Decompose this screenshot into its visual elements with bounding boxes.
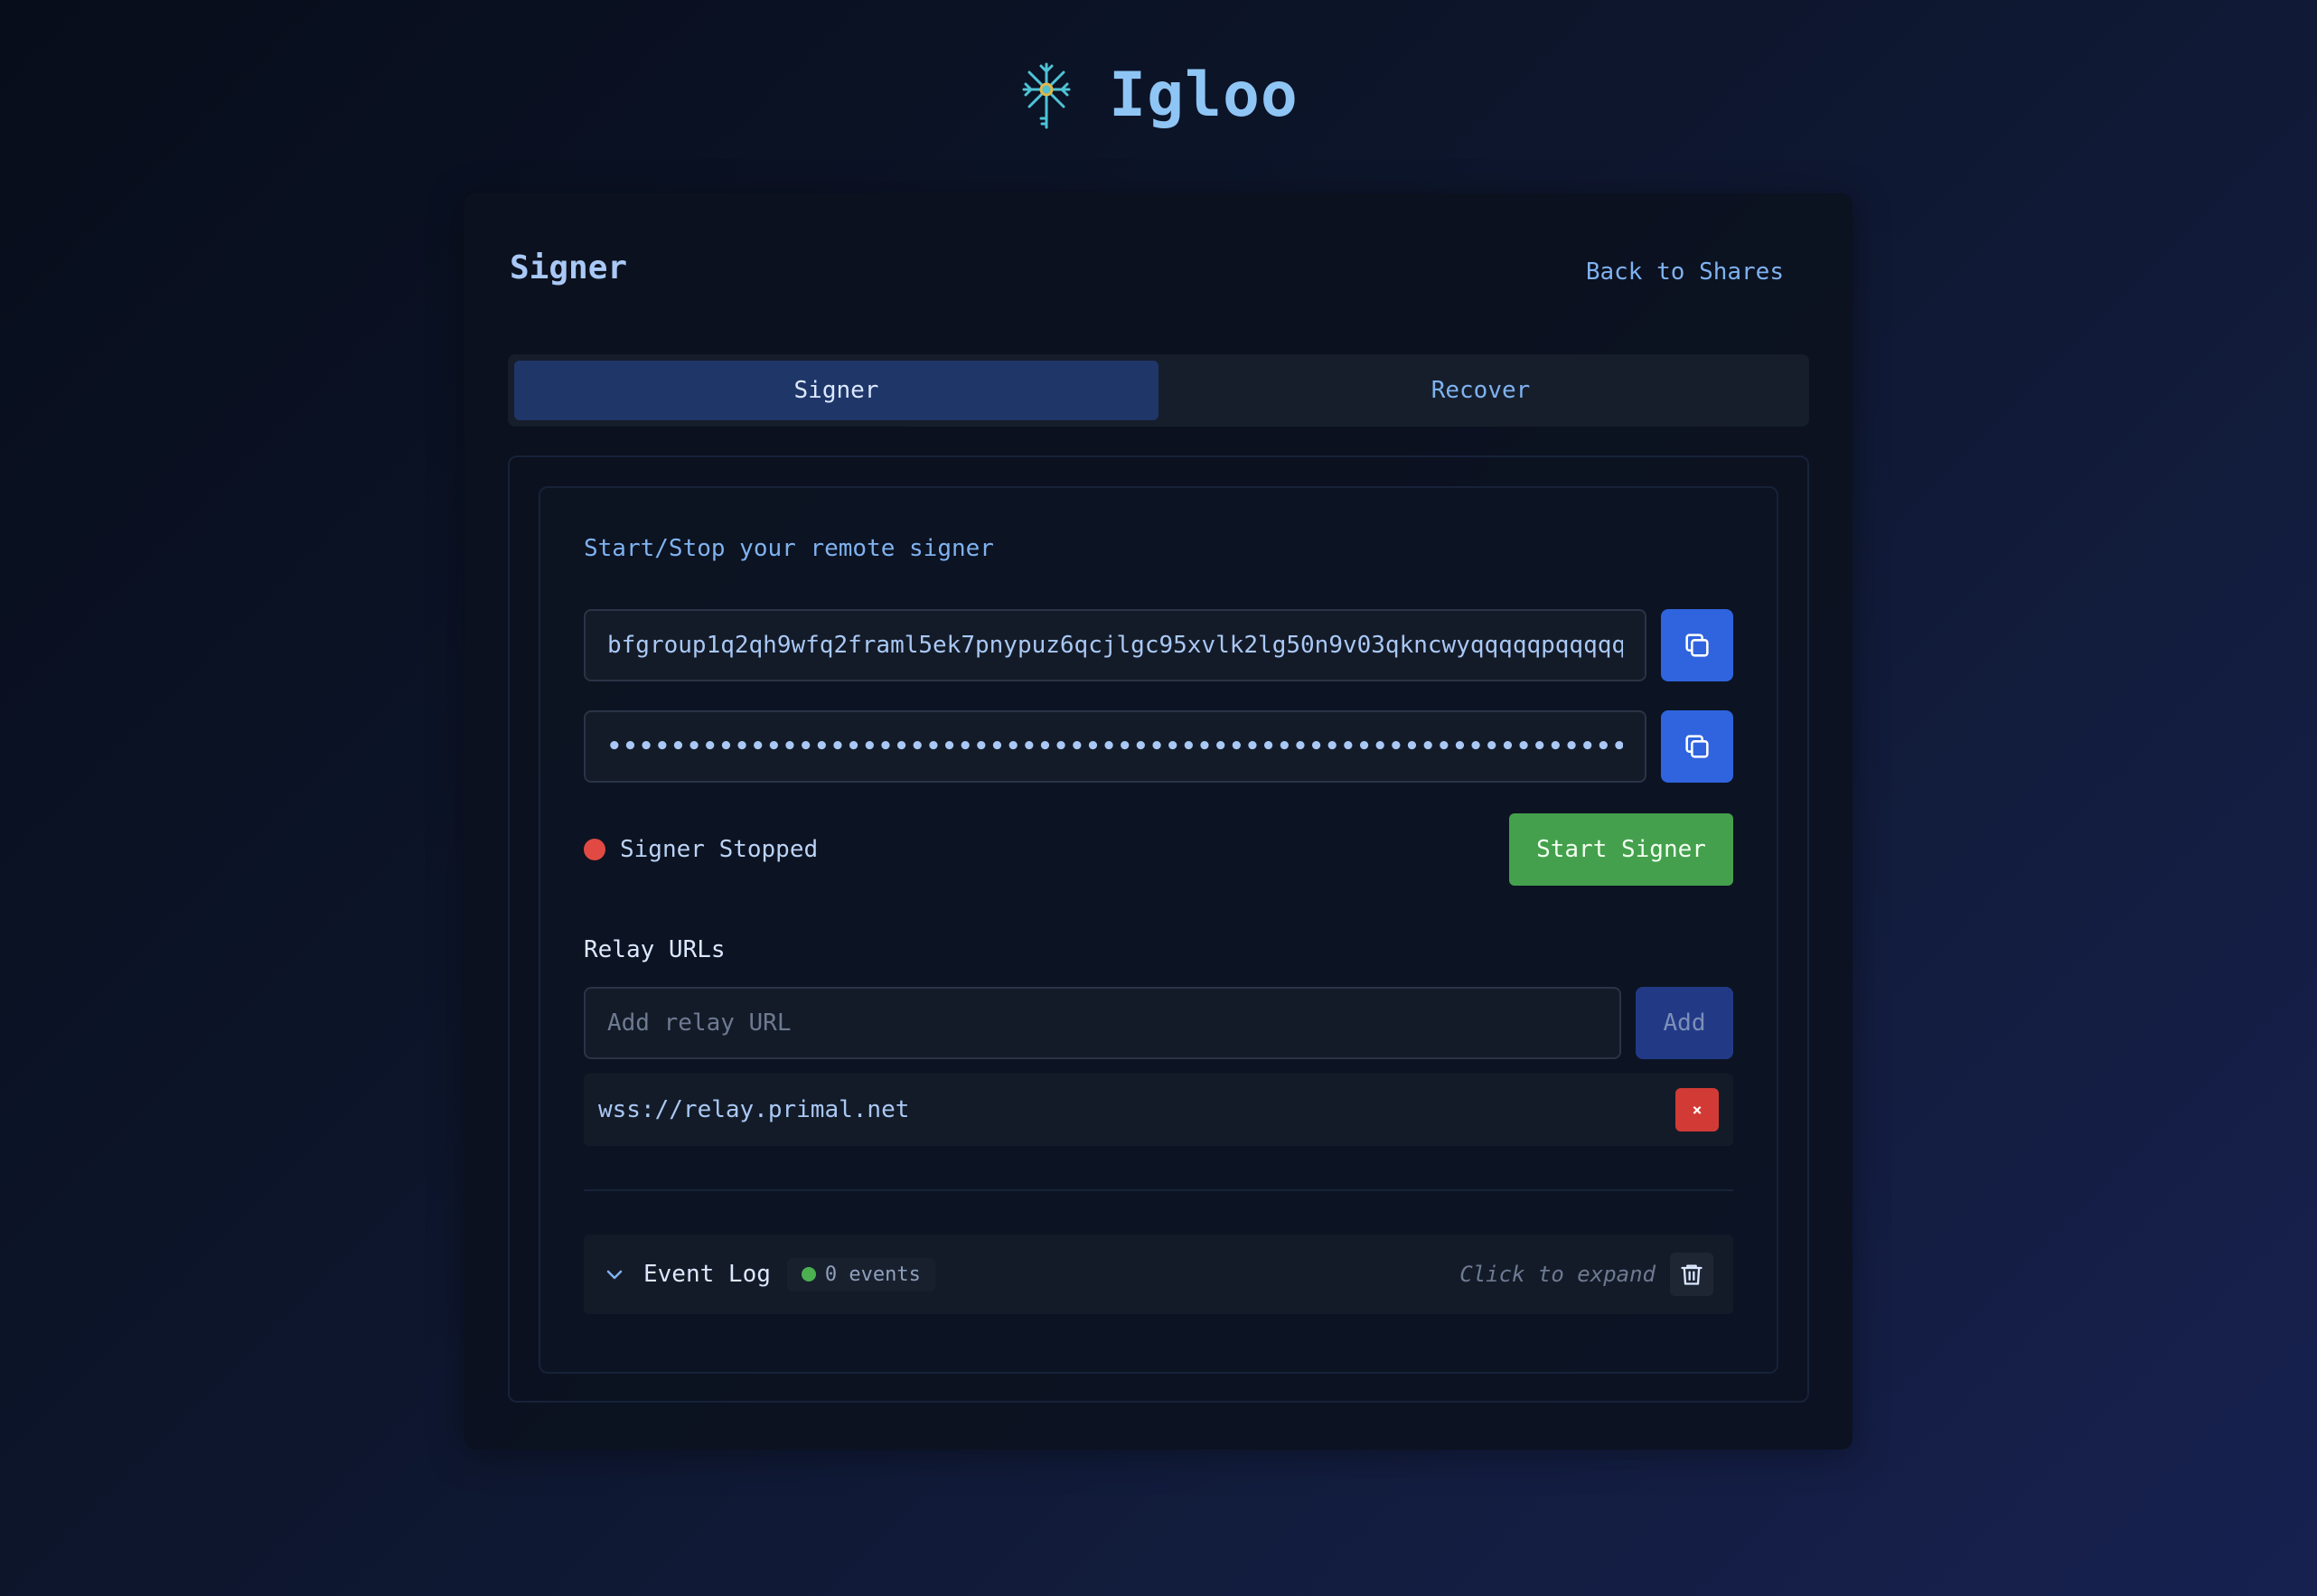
snowflake-key-icon xyxy=(1022,62,1071,129)
status-indicator xyxy=(584,839,605,860)
relay-url-input[interactable] xyxy=(584,987,1621,1059)
group-credential-value: bfgroup1q2qh9wfq2framl5ek7pnypuz6qcjlgc9… xyxy=(607,632,1623,659)
remove-relay-button[interactable]: × xyxy=(1675,1088,1719,1131)
event-log-title: Event Log xyxy=(643,1261,771,1288)
copy-group-button[interactable] xyxy=(1661,609,1733,681)
event-count-badge: 0 events xyxy=(786,1257,935,1291)
app-title: Igloo xyxy=(1109,59,1299,131)
relay-urls-label: Relay URLs xyxy=(584,936,726,963)
section-title: Start/Stop your remote signer xyxy=(584,535,994,562)
status-text: Signer Stopped xyxy=(620,836,819,863)
expand-hint: Click to expand xyxy=(1459,1262,1656,1287)
app-header: Igloo xyxy=(0,54,2317,136)
signer-status: Signer Stopped xyxy=(584,831,818,868)
back-to-shares-link[interactable]: Back to Shares xyxy=(1586,258,1784,286)
signer-card: Signer Back to Shares Signer Recover Sta… xyxy=(464,193,1853,1450)
relay-url: wss://relay.primal.net xyxy=(598,1096,910,1123)
relay-list-item: wss://relay.primal.net × xyxy=(584,1074,1733,1146)
signer-panel: Start/Stop your remote signer bfgroup1q2… xyxy=(508,455,1809,1403)
share-credential-field[interactable]: ••••••••••••••••••••••••••••••••••••••••… xyxy=(584,710,1646,783)
group-credential-field[interactable]: bfgroup1q2qh9wfq2framl5ek7pnypuz6qcjlgc9… xyxy=(584,609,1646,681)
event-log-header[interactable]: Event Log 0 events Click to expand xyxy=(584,1235,1733,1314)
add-relay-button[interactable]: Add xyxy=(1636,987,1733,1059)
start-signer-button[interactable]: Start Signer xyxy=(1509,813,1733,886)
clear-log-button[interactable] xyxy=(1670,1253,1713,1296)
signer-panel-inner: Start/Stop your remote signer bfgroup1q2… xyxy=(539,486,1778,1374)
divider xyxy=(584,1189,1733,1191)
tab-bar: Signer Recover xyxy=(508,354,1809,427)
copy-icon xyxy=(1685,634,1709,657)
event-count-text: 0 events xyxy=(824,1263,921,1286)
share-credential-value: ••••••••••••••••••••••••••••••••••••••••… xyxy=(607,733,1623,760)
page-title: Signer xyxy=(510,249,628,286)
tab-recover[interactable]: Recover xyxy=(1158,361,1803,420)
copy-share-button[interactable] xyxy=(1661,710,1733,783)
trash-icon xyxy=(1681,1264,1703,1285)
chevron-down-icon xyxy=(606,1270,623,1280)
event-status-dot xyxy=(801,1267,816,1281)
tab-signer[interactable]: Signer xyxy=(514,361,1158,420)
copy-icon xyxy=(1685,735,1709,758)
